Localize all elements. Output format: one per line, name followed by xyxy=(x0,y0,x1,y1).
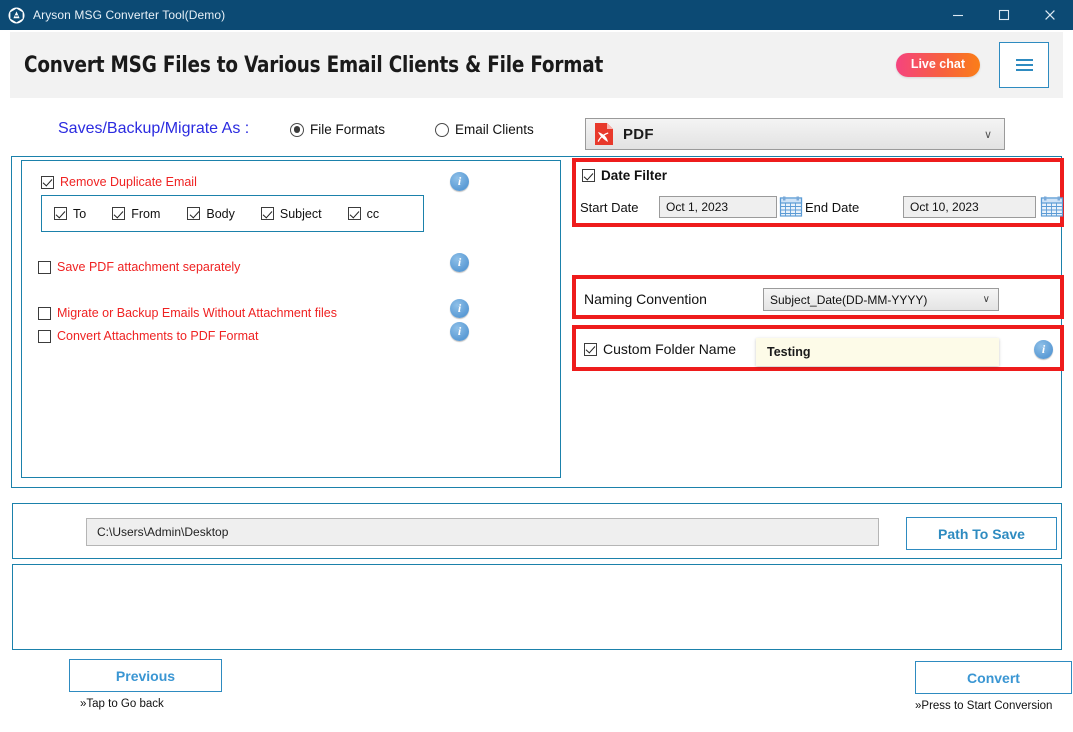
duplicate-fields-group: To From Body Subject cc xyxy=(41,195,424,232)
save-pdf-attachment-label: Save PDF attachment separately xyxy=(57,260,241,274)
info-icon-convert-attachments[interactable]: i xyxy=(450,322,469,341)
radio-file-formats-label: File Formats xyxy=(310,122,386,137)
output-format-value: PDF xyxy=(623,125,654,143)
custom-folder-name-checkbox[interactable]: Custom Folder Name xyxy=(584,341,736,357)
previous-button[interactable]: Previous xyxy=(69,659,222,692)
naming-convention-select[interactable]: Subject_Date(DD-MM-YYYY) ∨ xyxy=(763,288,999,311)
page-title: Convert MSG Files to Various Email Clien… xyxy=(24,52,604,78)
radio-file-formats[interactable]: File Formats xyxy=(290,122,385,137)
date-filter-checkbox[interactable]: Date Filter xyxy=(582,168,667,183)
close-icon[interactable] xyxy=(1027,0,1073,30)
migrate-without-attachment-box xyxy=(38,306,51,320)
duplicate-field-cc[interactable]: cc xyxy=(347,206,380,221)
radio-email-clients[interactable]: Email Clients xyxy=(435,122,534,137)
end-date-input[interactable]: Oct 10, 2023 xyxy=(903,196,1036,218)
naming-convention-label: Naming Convention xyxy=(584,291,707,307)
remove-duplicate-email-checkbox[interactable]: Remove Duplicate Email xyxy=(41,175,197,189)
naming-convention-section: Naming Convention Subject_Date(DD-MM-YYY… xyxy=(572,275,1064,319)
previous-button-hint: »Tap to Go back xyxy=(80,698,164,710)
duplicate-field-to[interactable]: To xyxy=(54,207,86,221)
info-icon-migrate-without-attachment[interactable]: i xyxy=(450,299,469,318)
duplicate-field-from-box xyxy=(112,207,126,220)
date-filter-title: Date Filter xyxy=(601,168,668,183)
end-date-label: End Date xyxy=(805,200,860,215)
duplicate-field-body-label: Body xyxy=(206,206,235,221)
duplicate-field-cc-box xyxy=(347,207,361,220)
radio-email-clients-dot xyxy=(435,122,449,137)
duplicate-field-from-label: From xyxy=(131,206,161,221)
save-pdf-attachment-checkbox[interactable]: Save PDF attachment separately xyxy=(38,260,240,274)
chevron-down-icon: ∨ xyxy=(982,294,990,305)
custom-folder-name-section: Custom Folder Name Testing i xyxy=(572,325,1064,371)
start-date-input[interactable]: Oct 1, 2023 xyxy=(659,196,777,218)
convert-attachments-pdf-box xyxy=(38,329,51,343)
radio-file-formats-dot xyxy=(290,122,304,137)
duplicate-field-to-box xyxy=(54,207,67,220)
date-filter-checkbox-box xyxy=(582,169,595,182)
convert-button[interactable]: Convert xyxy=(915,661,1072,694)
custom-folder-name-label: Custom Folder Name xyxy=(603,341,737,357)
window-titlebar: Aryson MSG Converter Tool(Demo) xyxy=(0,0,1073,30)
duplicate-field-body-box xyxy=(187,207,201,220)
migrate-without-attachment-checkbox[interactable]: Migrate or Backup Emails Without Attachm… xyxy=(38,306,337,320)
save-path-panel: C:\Users\Admin\Desktop Path To Save xyxy=(12,503,1062,559)
naming-convention-value: Subject_Date(DD-MM-YYYY) xyxy=(770,292,928,307)
save-pdf-attachment-box xyxy=(38,260,51,274)
duplicate-field-subject-label: Subject xyxy=(279,206,322,221)
aryson-logo-icon xyxy=(8,7,25,24)
remove-duplicate-checkbox-box xyxy=(41,175,54,189)
hamburger-menu-icon[interactable] xyxy=(999,42,1049,88)
convert-attachments-pdf-label: Convert Attachments to PDF Format xyxy=(57,329,259,343)
output-options-row: Saves/Backup/Migrate As : File Formats E… xyxy=(0,118,1073,156)
duplicate-field-subject[interactable]: Subject xyxy=(260,206,322,221)
custom-folder-name-checkbox-box xyxy=(584,342,597,356)
info-icon-custom-folder-name[interactable]: i xyxy=(1034,340,1053,359)
duplicate-field-subject-box xyxy=(260,207,274,220)
maximize-icon[interactable] xyxy=(981,0,1027,30)
info-icon-save-pdf-attachment[interactable]: i xyxy=(450,253,469,272)
convert-button-hint: »Press to Start Conversion xyxy=(915,700,1053,712)
path-to-save-button[interactable]: Path To Save xyxy=(906,517,1057,550)
conversion-log-panel xyxy=(12,564,1062,650)
custom-folder-name-input[interactable]: Testing xyxy=(756,338,999,366)
end-date-calendar-icon[interactable] xyxy=(1040,195,1064,219)
hamburger-bars xyxy=(1015,56,1033,74)
info-icon-remove-duplicate[interactable]: i xyxy=(450,172,469,191)
convert-attachments-pdf-checkbox[interactable]: Convert Attachments to PDF Format xyxy=(38,329,258,343)
chevron-down-icon: ∨ xyxy=(983,128,992,141)
radio-email-clients-label: Email Clients xyxy=(455,122,534,137)
start-date-label: Start Date xyxy=(580,200,639,215)
remove-duplicate-email-label: Remove Duplicate Email xyxy=(60,175,197,189)
migrate-without-attachment-label: Migrate or Backup Emails Without Attachm… xyxy=(57,306,337,320)
duplicate-field-from[interactable]: From xyxy=(112,207,160,221)
window-controls xyxy=(935,0,1073,30)
save-path-input[interactable]: C:\Users\Admin\Desktop xyxy=(86,518,879,546)
duplicate-field-to-label: To xyxy=(73,206,87,221)
filter-options-panel: Remove Duplicate Email To From Body Subj… xyxy=(21,160,561,478)
duplicate-field-cc-label: cc xyxy=(366,206,380,221)
window-title: Aryson MSG Converter Tool(Demo) xyxy=(33,8,226,22)
output-format-select[interactable]: PDF ∨ xyxy=(585,118,1005,150)
minimize-icon[interactable] xyxy=(935,0,981,30)
pdf-file-icon xyxy=(594,122,614,146)
start-date-calendar-icon[interactable] xyxy=(779,195,803,219)
duplicate-field-body[interactable]: Body xyxy=(187,207,235,221)
page-header: Convert MSG Files to Various Email Clien… xyxy=(10,32,1063,98)
saves-backup-migrate-label: Saves/Backup/Migrate As : xyxy=(58,120,250,137)
live-chat-button[interactable]: Live chat xyxy=(895,52,980,78)
date-filter-section: Date Filter Start Date Oct 1, 2023 End D… xyxy=(572,158,1064,227)
